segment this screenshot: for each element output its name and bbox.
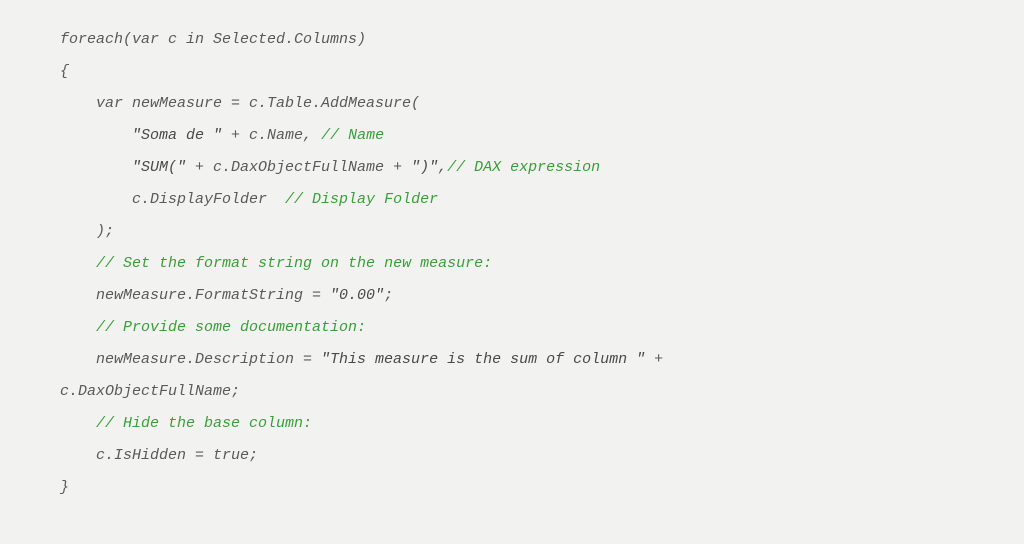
code-line: foreach(var c in Selected.Columns) — [60, 31, 366, 48]
code-line: "SUM(" + c.DaxObjectFullName + ")",// DA… — [60, 159, 600, 176]
code-line: newMeasure.Description = "This measure i… — [60, 351, 672, 368]
code-block: foreach(var c in Selected.Columns) { var… — [0, 0, 1024, 528]
code-line: c.IsHidden = true; — [60, 447, 258, 464]
code-line: "Soma de " + c.Name, // Name — [60, 127, 384, 144]
code-line: var newMeasure = c.Table.AddMeasure( — [60, 95, 420, 112]
code-line: } — [60, 479, 69, 496]
code-line: { — [60, 63, 69, 80]
code-line: c.DaxObjectFullName; — [60, 383, 240, 400]
code-line: ); — [60, 223, 114, 240]
code-line: // Set the format string on the new meas… — [60, 255, 492, 272]
code-line: c.DisplayFolder // Display Folder — [60, 191, 438, 208]
code-line: newMeasure.FormatString = "0.00"; — [60, 287, 393, 304]
code-line: // Provide some documentation: — [60, 319, 366, 336]
code-line: // Hide the base column: — [60, 415, 312, 432]
